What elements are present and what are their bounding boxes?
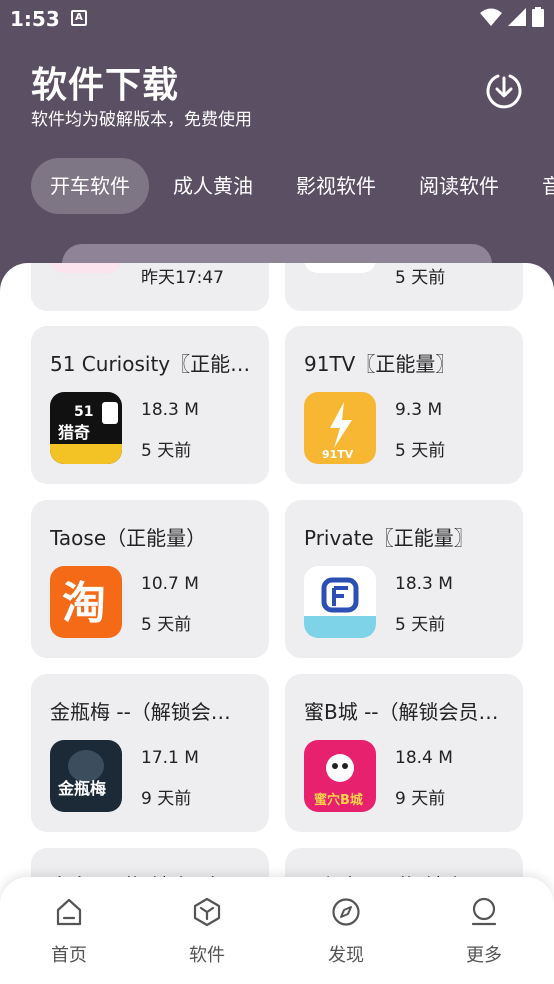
91tv-icon: 91TV <box>304 392 376 464</box>
tab-kaiche[interactable]: 开车软件 <box>31 158 149 214</box>
app-card[interactable]: Taose（正能量） 淘 10.7 M 5 天前 <box>31 500 269 658</box>
status-bar: 1:53 A <box>0 0 554 38</box>
compass-icon <box>332 898 360 926</box>
svg-text:金瓶梅: 金瓶梅 <box>57 779 106 798</box>
51-curiosity-icon: 51 猎奇 <box>50 392 122 464</box>
app-size: 18.3 M <box>395 574 453 594</box>
app-title: 金瓶梅 --（解锁会… <box>50 700 231 724</box>
app-card[interactable]: 蜜B城 --（解锁会员… 蜜穴B城 18.4 M 9 天前 <box>285 674 523 832</box>
download-icon <box>486 74 522 109</box>
app-size: 18.3 M <box>141 400 199 420</box>
app-size: 17.1 M <box>141 748 199 768</box>
app-title: Private〖正能量〗 <box>304 526 474 550</box>
nav-software[interactable]: 软件 <box>167 897 247 967</box>
app-icon <box>50 263 122 273</box>
bottom-nav: 首页 软件 发现 更多 <box>0 877 554 984</box>
app-list: 昨天17:47 5 天前 51 Curiosity〖正能… 51 猎奇 18.3… <box>0 263 554 984</box>
app-date: 5 天前 <box>395 441 446 461</box>
tab-yuedu[interactable]: 阅读软件 <box>400 158 518 214</box>
tab-yin[interactable]: 音 <box>523 158 554 214</box>
private-icon <box>304 566 376 638</box>
app-size: 9.3 M <box>395 400 443 420</box>
status-time: 1:53 <box>10 7 60 31</box>
app-title: 91TV〖正能量〗 <box>304 352 456 376</box>
app-date: 5 天前 <box>141 615 192 635</box>
app-title: 51 Curiosity〖正能… <box>50 352 251 376</box>
app-card[interactable]: 金瓶梅 --（解锁会… 金瓶梅 17.1 M 9 天前 <box>31 674 269 832</box>
app-title: 蜜B城 --（解锁会员… <box>304 700 499 724</box>
tab-yingshi[interactable]: 影视软件 <box>277 158 395 214</box>
app-icon <box>304 263 376 273</box>
app-size: 10.7 M <box>141 574 199 594</box>
app-date: 5 天前 <box>395 615 446 635</box>
wifi-icon <box>480 8 502 26</box>
app-title: Taose（正能量） <box>50 526 207 550</box>
notification-icon: A <box>71 10 87 26</box>
nav-home[interactable]: 首页 <box>29 897 109 967</box>
nav-label: 首页 <box>51 945 87 966</box>
person-icon <box>471 897 497 926</box>
taose-icon: 淘 <box>50 566 122 638</box>
svg-text:蜜穴B城: 蜜穴B城 <box>314 792 363 808</box>
app-date: 昨天17:47 <box>141 268 224 288</box>
app-date: 9 天前 <box>141 789 192 809</box>
nav-label: 更多 <box>466 945 502 966</box>
nav-discover[interactable]: 发现 <box>306 897 386 967</box>
app-card[interactable]: 91TV〖正能量〗 91TV 9.3 M 5 天前 <box>285 326 523 484</box>
svg-text:51: 51 <box>74 404 93 420</box>
page-title: 软件下载 <box>31 65 180 106</box>
app-date: 5 天前 <box>141 441 192 461</box>
nav-label: 软件 <box>189 945 225 966</box>
battery-icon <box>532 7 544 27</box>
svg-text:91TV: 91TV <box>322 448 354 461</box>
jinpingmei-icon: 金瓶梅 <box>50 740 122 812</box>
svg-text:猎奇: 猎奇 <box>58 423 90 442</box>
app-card[interactable]: Private〖正能量〗 18.3 M 5 天前 <box>285 500 523 658</box>
box-icon <box>193 897 221 927</box>
app-date: 9 天前 <box>395 789 446 809</box>
mibcheng-icon: 蜜穴B城 <box>304 740 376 812</box>
nav-more[interactable]: 更多 <box>444 897 524 967</box>
signal-icon <box>508 8 526 26</box>
home-icon <box>56 898 82 926</box>
app-date: 5 天前 <box>395 268 446 288</box>
page-subtitle: 软件均为破解版本，免费使用 <box>31 110 252 130</box>
nav-label: 发现 <box>328 945 364 966</box>
tab-chengren[interactable]: 成人黄油 <box>154 158 272 214</box>
app-card[interactable]: 51 Curiosity〖正能… 51 猎奇 18.3 M 5 天前 <box>31 326 269 484</box>
status-icons <box>480 7 544 27</box>
svg-text:淘: 淘 <box>62 578 106 629</box>
app-card[interactable]: 5 天前 <box>285 263 523 311</box>
app-size: 18.4 M <box>395 748 453 768</box>
download-button[interactable] <box>482 68 526 112</box>
app-card[interactable]: 昨天17:47 <box>31 263 269 311</box>
category-tabs: 开车软件 成人黄油 影视软件 阅读软件 音 <box>0 158 554 214</box>
